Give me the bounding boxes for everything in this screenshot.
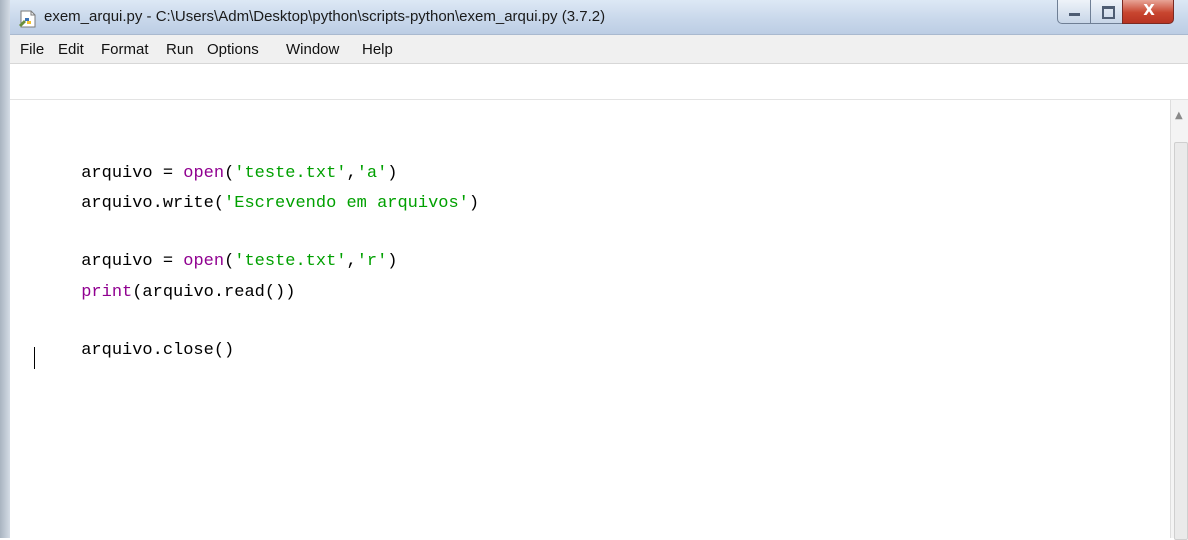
maximize-icon bbox=[1102, 6, 1115, 19]
code-line: print(arquivo.read()) bbox=[20, 260, 295, 302]
code-string-token: 'Escrevendo em arquivos' bbox=[224, 194, 469, 213]
code-line: arquivo = open('teste.txt','r') bbox=[20, 229, 397, 271]
code-token: (arquivo.read()) bbox=[132, 283, 296, 302]
code-line: arquivo.close() bbox=[20, 318, 234, 360]
maximize-button[interactable] bbox=[1090, 0, 1123, 24]
vertical-scrollbar[interactable]: ▲ bbox=[1170, 100, 1188, 540]
idle-editor-window: exem_arqui.py - C:\Users\Adm\Desktop\pyt… bbox=[10, 0, 1188, 540]
code-string-token: 'r' bbox=[356, 252, 388, 271]
python-file-icon bbox=[19, 10, 36, 28]
menu-window[interactable]: Window bbox=[286, 41, 339, 58]
title-bar[interactable]: exem_arqui.py - C:\Users\Adm\Desktop\pyt… bbox=[10, 0, 1188, 35]
scroll-up-arrow-icon[interactable]: ▲ bbox=[1175, 110, 1183, 121]
window-left-frame bbox=[0, 0, 10, 538]
code-token: ) bbox=[468, 194, 480, 213]
code-builtin-token: print bbox=[81, 283, 133, 302]
code-token: arquivo.write( bbox=[81, 194, 225, 213]
minimize-button[interactable] bbox=[1057, 0, 1091, 24]
menu-options[interactable]: Options bbox=[207, 41, 259, 58]
code-line: arquivo = open('teste.txt','a') bbox=[20, 141, 397, 183]
code-token: ) bbox=[387, 252, 398, 271]
code-token: arquivo.close() bbox=[81, 341, 235, 360]
menu-format[interactable]: Format bbox=[101, 41, 149, 58]
code-editor[interactable]: arquivo = open('teste.txt','a') arquivo.… bbox=[10, 100, 1170, 538]
menu-run[interactable]: Run bbox=[166, 41, 194, 58]
menu-bar: File Edit Format Run Options Window Help bbox=[10, 35, 1188, 64]
close-icon: X bbox=[1143, 1, 1155, 19]
text-caret bbox=[34, 347, 35, 369]
scrollbar-thumb[interactable] bbox=[1174, 142, 1188, 540]
minimize-icon bbox=[1069, 13, 1080, 16]
code-token: , bbox=[346, 252, 357, 271]
menu-help[interactable]: Help bbox=[362, 41, 393, 58]
menu-edit[interactable]: Edit bbox=[58, 41, 84, 58]
close-button[interactable]: X bbox=[1122, 0, 1174, 24]
window-title: exem_arqui.py - C:\Users\Adm\Desktop\pyt… bbox=[44, 8, 606, 25]
menu-file[interactable]: File bbox=[20, 41, 44, 58]
code-line: arquivo.write('Escrevendo em arquivos') bbox=[20, 171, 479, 213]
